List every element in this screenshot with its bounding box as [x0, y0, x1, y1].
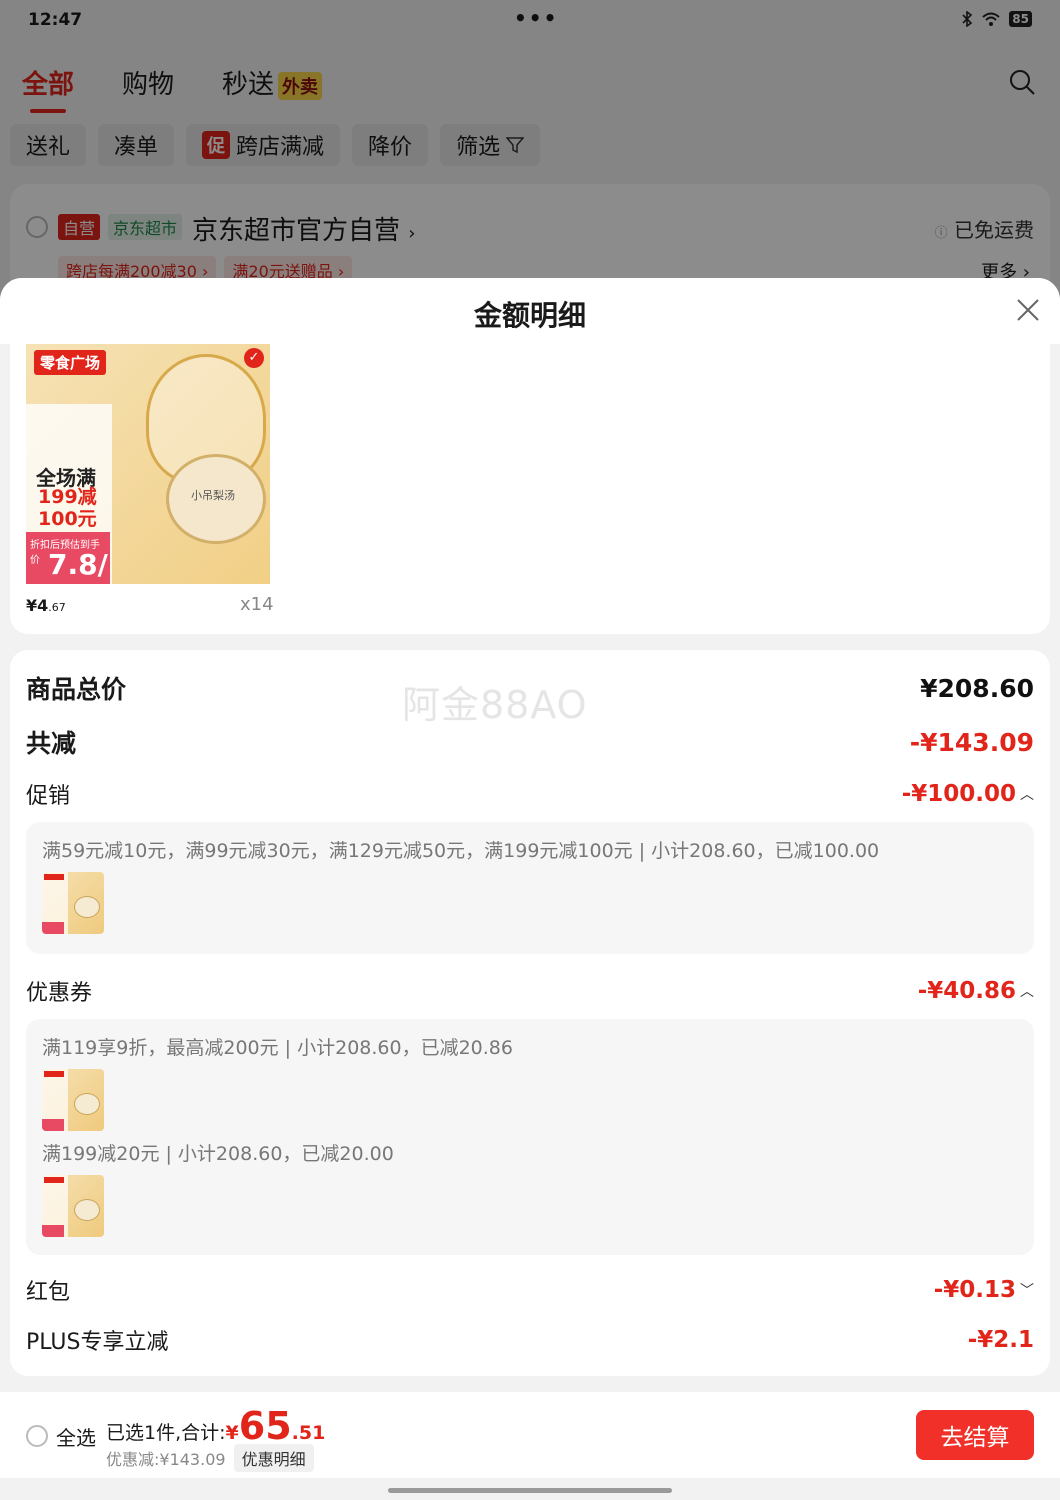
price-footer: 折扣后预估到手价 7.8/件 [26, 532, 110, 584]
checkout-button[interactable]: 去结算 [916, 1410, 1034, 1460]
total-price-label: 商品总价 [26, 675, 127, 704]
discount-summary: 优惠减:¥143.09 优惠明细 [106, 1444, 314, 1472]
chevron-up-icon: ︿ [1020, 787, 1034, 803]
discount-text: 优惠减:¥143.09 [106, 1450, 226, 1469]
goods-price-main: ¥4 [26, 596, 49, 615]
select-all-label[interactable]: 全选 [56, 1422, 96, 1451]
product-thumbnail [42, 1069, 104, 1131]
goods-price-decimal: .67 [48, 601, 66, 614]
promotion-detail-text: 满59元减10元，满99元减30元，满129元减50元，满199元减100元 |… [42, 840, 880, 862]
goods-price: ¥4.67 [26, 596, 66, 615]
goods-quantity: x14 [240, 594, 274, 615]
home-indicator[interactable] [388, 1488, 672, 1493]
red-packet-label: 红包 [26, 1280, 71, 1305]
close-icon[interactable] [1016, 298, 1040, 322]
plus-discount-row: PLUS专享立减 -¥2.1 [26, 1324, 1034, 1356]
total-price-value: ¥208.60 [920, 673, 1034, 703]
coupon-amount: -¥40.86 ︿ [918, 978, 1034, 1004]
red-packet-row[interactable]: 红包 -¥0.13 ﹀ [26, 1274, 1034, 1306]
amount-detail-sheet: 金额明细 零食广场 全场满 199减 100元 折扣后预估到手价 7.8/件 小… [0, 278, 1060, 1500]
sheet-header: 金额明细 [0, 278, 1060, 344]
amount-breakdown: 阿金88AO 商品总价 ¥208.60 共减 -¥143.09 促销 -¥100… [10, 650, 1050, 1376]
checkout-bar: 全选 已选1件,合计:¥65.51 优惠减:¥143.09 优惠明细 去结算 [0, 1392, 1060, 1478]
currency-symbol: ¥ [225, 1422, 239, 1444]
product-image[interactable]: 零食广场 全场满 199减 100元 折扣后预估到手价 7.8/件 小吊梨汤 ✓ [26, 344, 270, 584]
promotion-label: 促销 [26, 784, 71, 809]
red-packet-amount: -¥0.13 ﹀ [934, 1277, 1034, 1303]
plus-discount-value: -¥2.1 [967, 1327, 1034, 1353]
selected-count-text: 已选1件,合计: [106, 1422, 226, 1444]
bowl-label: 小吊梨汤 [191, 489, 235, 502]
check-icon: ✓ [244, 348, 264, 368]
promotion-amount: -¥100.00 ︿ [902, 781, 1034, 807]
total-amount-dec: .51 [291, 1422, 326, 1444]
chevron-up-icon: ︿ [1020, 984, 1034, 1000]
total-price-row: 商品总价 ¥208.60 [26, 670, 1034, 706]
coupon-detail-text: 满199减20元 | 小计208.60，已减20.00 [42, 1143, 394, 1165]
coupon-row[interactable]: 优惠券 -¥40.86 ︿ [26, 975, 1034, 1007]
promo-amount: 199减 100元 [38, 486, 97, 530]
chevron-down-icon: ﹀ [1020, 1283, 1034, 1299]
red-packet-value: -¥0.13 [933, 1277, 1016, 1303]
promotion-value: -¥100.00 [901, 781, 1016, 807]
goods-card: 零食广场 全场满 199减 100元 折扣后预估到手价 7.8/件 小吊梨汤 ✓… [10, 344, 1050, 634]
product-thumbnail [42, 872, 104, 934]
select-all-radio[interactable] [26, 1425, 48, 1447]
sheet-title: 金额明细 [473, 299, 586, 332]
promotion-row[interactable]: 促销 -¥100.00 ︿ [26, 778, 1034, 810]
total-reduce-label: 共减 [26, 729, 77, 758]
total-reduce-row: 共减 -¥143.09 [26, 724, 1034, 760]
discount-detail-button[interactable]: 优惠明细 [233, 1444, 314, 1472]
coupon-detail-text: 满119享9折，最高减200元 | 小计208.60，已减20.86 [42, 1037, 513, 1059]
total-reduce-value: -¥143.09 [909, 727, 1034, 757]
coupon-label: 优惠券 [26, 981, 93, 1006]
coupon-value: -¥40.86 [917, 978, 1016, 1004]
promotion-detail: 满59元减10元，满99元减30元，满129元减50元，满199元减100元 |… [26, 822, 1034, 954]
snack-plaza-tag: 零食广场 [34, 350, 107, 375]
bowl-graphic: 小吊梨汤 [166, 454, 266, 544]
plus-discount-label: PLUS专享立减 [26, 1330, 169, 1355]
coupon-detail: 满119享9折，最高减200元 | 小计208.60，已减20.86 满199减… [26, 1019, 1034, 1255]
price-footer-value: 7.8/件 [48, 548, 108, 581]
total-amount-int: 65 [238, 1404, 292, 1448]
total-summary: 已选1件,合计:¥65.51 [106, 1404, 325, 1448]
product-thumbnail [42, 1175, 104, 1237]
